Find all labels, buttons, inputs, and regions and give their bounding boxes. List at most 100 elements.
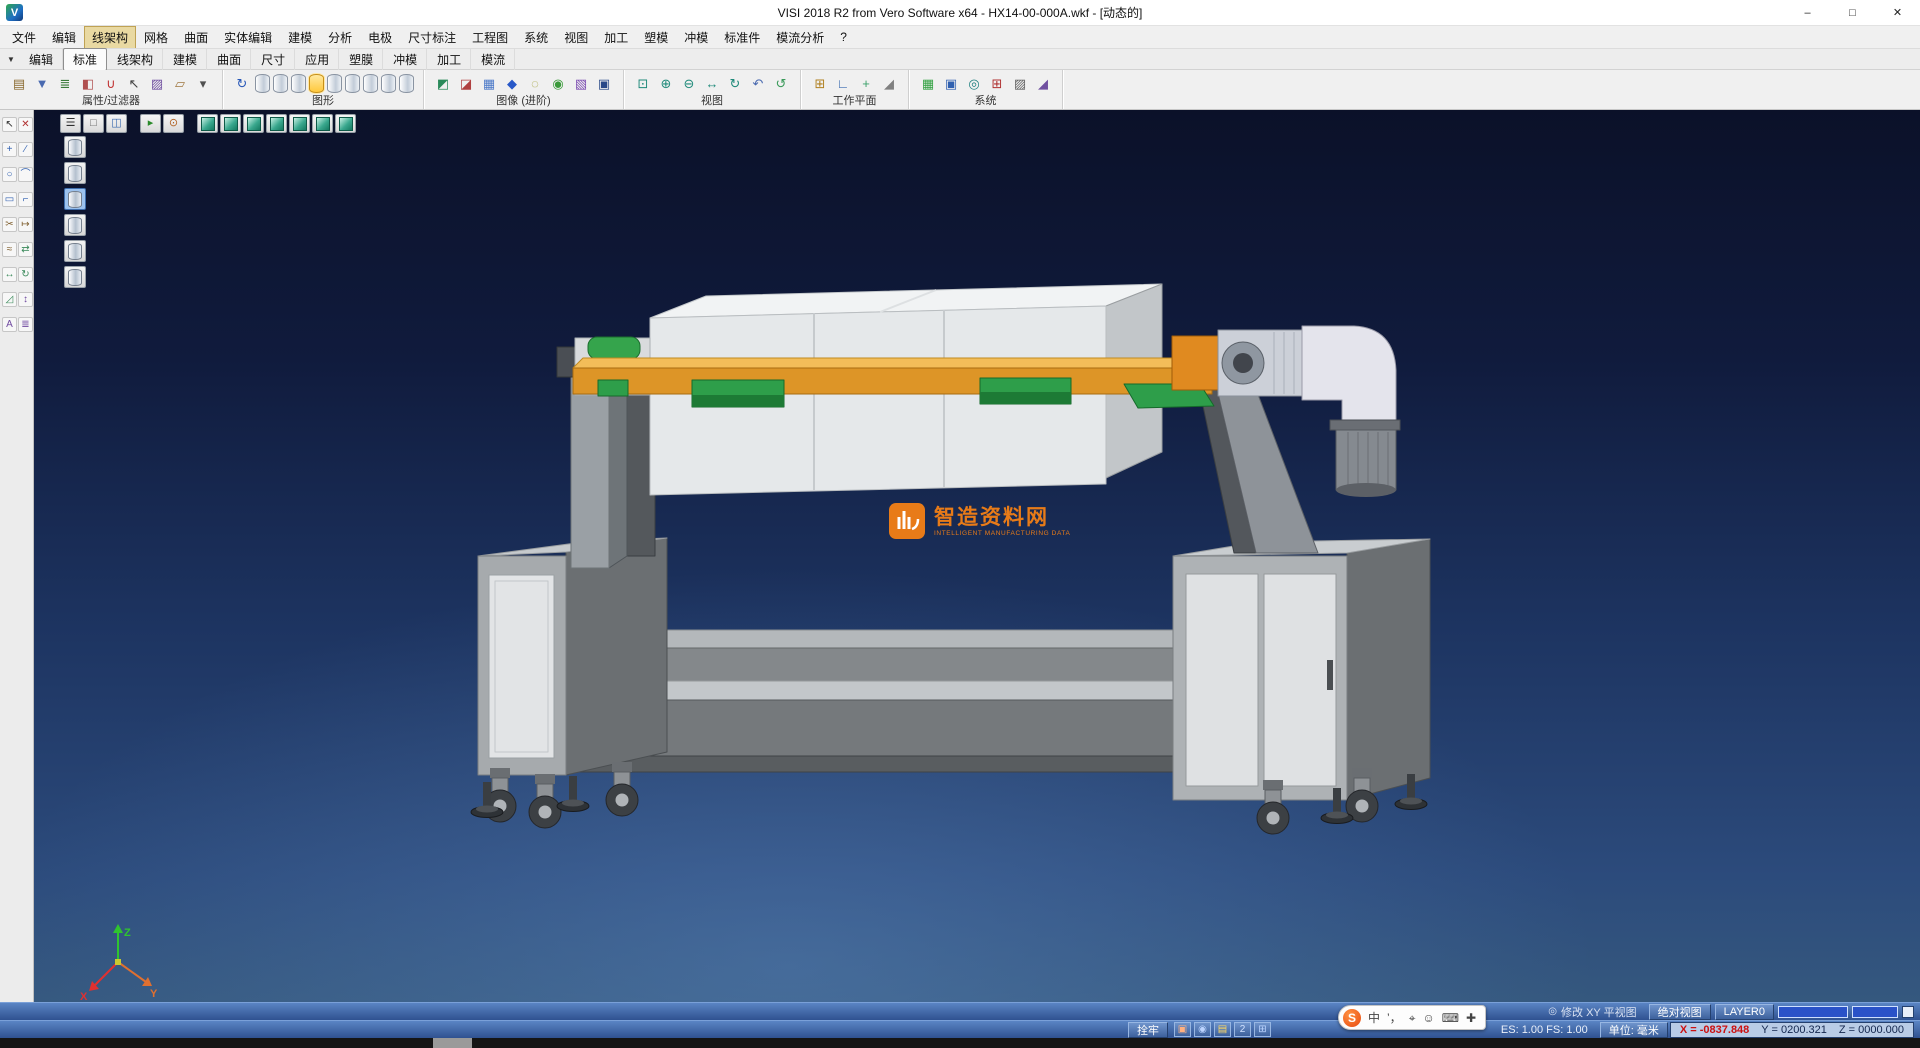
grid-toggle-icon[interactable]: ⊞ — [1254, 1022, 1271, 1037]
tab-die[interactable]: 冲模 — [383, 48, 427, 71]
tab-machining[interactable]: 加工 — [427, 48, 471, 71]
motor-assembly[interactable] — [1172, 326, 1400, 497]
menu-die[interactable]: 冲模 — [676, 26, 716, 49]
view-front-icon[interactable] — [220, 114, 241, 133]
redraw-icon[interactable]: ↻ — [232, 73, 252, 93]
zoom-window-icon[interactable]: ⊡ — [633, 73, 653, 93]
green-clamps[interactable] — [598, 378, 1214, 408]
shaded-edges-display-icon[interactable] — [309, 74, 324, 93]
ime-punct[interactable]: ’， — [1387, 1011, 1402, 1025]
close-button[interactable]: ✕ — [1875, 0, 1920, 25]
shaded-display-icon[interactable] — [291, 74, 306, 93]
workplane-align-icon[interactable]: ∟ — [833, 73, 853, 93]
previous-view-icon[interactable]: ↶ — [748, 73, 768, 93]
ime-toolbar[interactable]: S 中’，⌖☺⌨✚ — [1338, 1005, 1486, 1030]
tab-dimension[interactable]: 尺寸 — [251, 48, 295, 71]
line-icon[interactable]: ∕ — [18, 142, 33, 157]
viewport-maximize-icon[interactable]: □ — [83, 114, 104, 133]
translucent-solid-icon[interactable] — [64, 188, 86, 210]
viewport-menu-icon[interactable]: ☰ — [60, 114, 81, 133]
base-frame[interactable] — [545, 630, 1318, 772]
absolute-view-button[interactable]: 绝对视图 — [1649, 1004, 1711, 1020]
menu-drawing[interactable]: 工程图 — [464, 26, 516, 49]
pan-icon[interactable]: ↔ — [702, 73, 722, 93]
orange-beam[interactable] — [573, 358, 1222, 394]
menu-solid-edit[interactable]: 实体编辑 — [216, 26, 280, 49]
sogou-logo-icon[interactable]: S — [1343, 1009, 1361, 1027]
ime-mic-icon[interactable]: ⌖ — [1409, 1011, 1416, 1025]
analysis-display-icon[interactable] — [363, 74, 378, 93]
polyline-icon[interactable]: ⌐ — [18, 192, 33, 207]
menu-analysis[interactable]: 分析 — [320, 26, 360, 49]
hide-element-icon[interactable]: ◌ — [525, 73, 545, 93]
menu-mold[interactable]: 塑模 — [636, 26, 676, 49]
menu-help[interactable]: ? — [832, 27, 855, 47]
view-iso-icon[interactable] — [197, 114, 218, 133]
select-filter-icon[interactable]: ↖ — [124, 73, 144, 93]
boundary-solid-icon[interactable] — [64, 240, 86, 262]
right-support-column[interactable] — [1186, 352, 1318, 553]
tab-edit[interactable]: 编辑 — [19, 48, 63, 71]
tab-application[interactable]: 应用 — [295, 48, 339, 71]
system-hatch-icon[interactable]: ▨ — [1010, 73, 1030, 93]
refresh-view-icon[interactable]: ↺ — [771, 73, 791, 93]
layer-filter-icon[interactable]: ≣ — [55, 73, 75, 93]
maximize-button[interactable]: □ — [1830, 0, 1875, 25]
menu-electrode[interactable]: 电极 — [360, 26, 400, 49]
attributes-icon[interactable]: ▤ — [9, 73, 29, 93]
view-top-icon[interactable] — [243, 114, 264, 133]
view-back-icon[interactable] — [312, 114, 333, 133]
workplane-view-icon[interactable]: ◢ — [879, 73, 899, 93]
menu-system[interactable]: 系统 — [516, 26, 556, 49]
point-icon[interactable]: + — [2, 142, 17, 157]
help-2-icon[interactable]: 2 — [1234, 1022, 1251, 1037]
circle-icon[interactable]: ○ — [2, 167, 17, 182]
color-filter-icon[interactable]: ◧ — [78, 73, 98, 93]
section-solid-icon[interactable] — [64, 266, 86, 288]
viewport-select-icon[interactable]: ▸ — [140, 114, 161, 133]
menu-file[interactable]: 文件 — [4, 26, 44, 49]
screenshot-icon[interactable]: ▣ — [1174, 1022, 1191, 1037]
viewport-layout-icon[interactable]: ◫ — [106, 114, 127, 133]
tab-wireframe[interactable]: 线架构 — [107, 48, 163, 71]
reflection-icon[interactable]: ◆ — [502, 73, 522, 93]
shadow-icon[interactable]: ▧ — [571, 73, 591, 93]
system-perspective-icon[interactable]: ◢ — [1033, 73, 1053, 93]
menu-surface[interactable]: 曲面 — [176, 26, 216, 49]
offset-icon[interactable]: ≈ — [2, 242, 17, 257]
menu-view[interactable]: 视图 — [556, 26, 596, 49]
tab-modeling[interactable]: 建模 — [163, 48, 207, 71]
rotate-view-icon[interactable]: ↻ — [725, 73, 745, 93]
left-pedestal[interactable] — [478, 538, 667, 775]
tab-flow[interactable]: 模流 — [471, 48, 515, 71]
hidden-line-display-icon[interactable] — [273, 74, 288, 93]
workplane-icon[interactable]: ⊞ — [810, 73, 830, 93]
menu-dimension[interactable]: 尺寸标注 — [400, 26, 464, 49]
advanced-shading-icon[interactable]: ◩ — [433, 73, 453, 93]
magnet-snap-icon[interactable]: ∪ — [101, 73, 121, 93]
trim-icon[interactable]: ✂ — [2, 217, 17, 232]
leveling-feet[interactable] — [471, 774, 1427, 824]
right-cabinet[interactable] — [1173, 539, 1430, 800]
dynamic-section-icon[interactable]: ◪ — [456, 73, 476, 93]
layer-button[interactable]: LAYER0 — [1715, 1004, 1774, 1020]
menu-standard-parts[interactable]: 标准件 — [716, 26, 768, 49]
snap-lock-button[interactable]: 拴牢 — [1128, 1022, 1168, 1038]
transparency-icon[interactable]: ▦ — [479, 73, 499, 93]
ime-emoji-icon[interactable]: ☺ — [1422, 1011, 1434, 1025]
minimize-button[interactable]: – — [1785, 0, 1830, 25]
view-bottom-icon[interactable] — [335, 114, 356, 133]
material-icon[interactable]: ▣ — [594, 73, 614, 93]
show-all-icon[interactable]: ◉ — [548, 73, 568, 93]
wireframe-display-icon[interactable] — [255, 74, 270, 93]
more-dropdown-icon[interactable]: ▾ — [193, 73, 213, 93]
mold-box[interactable] — [650, 284, 1162, 495]
tab-mold[interactable]: 塑膜 — [339, 48, 383, 71]
casters[interactable] — [484, 762, 1378, 834]
zoom-in-icon[interactable]: ⊕ — [656, 73, 676, 93]
ghost-display-icon[interactable] — [327, 74, 342, 93]
system-globe-icon[interactable]: ◎ — [964, 73, 984, 93]
mask-icon[interactable]: ▨ — [147, 73, 167, 93]
move-icon[interactable]: ↔ — [2, 267, 17, 282]
preview-icon[interactable]: ◉ — [1194, 1022, 1211, 1037]
